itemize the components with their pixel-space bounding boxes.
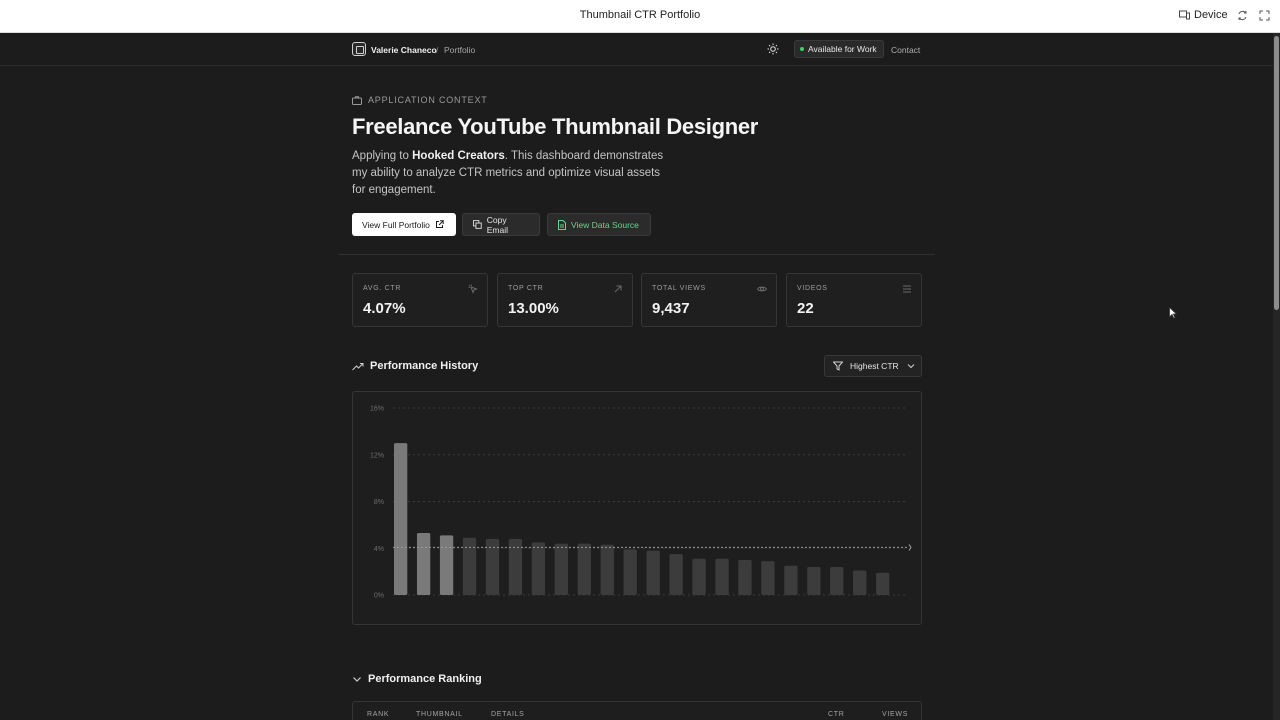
chart-bar	[623, 549, 637, 595]
logo-icon[interactable]	[352, 42, 366, 56]
performance-history-chart: 0% 4% 8% 12% 16%	[352, 391, 922, 625]
y-tick-label: 8%	[374, 499, 384, 506]
stat-value: 22	[797, 300, 814, 317]
briefcase-icon	[352, 95, 362, 105]
chart-bar	[715, 558, 729, 595]
chart-bar	[439, 535, 454, 595]
context-text: APPLICATION CONTEXT	[368, 95, 488, 105]
chart-bar	[738, 559, 752, 595]
copy-email-button[interactable]: Copy Email	[462, 213, 540, 236]
chart-bar	[531, 542, 546, 595]
performance-history-heading: Performance History	[352, 360, 478, 372]
arrow-up-right-icon	[614, 285, 622, 293]
performance-ranking-title: Performance Ranking	[368, 673, 482, 685]
chart-bar	[807, 566, 821, 595]
window-titlebar: Thumbnail CTR Portfolio Device	[0, 0, 1280, 33]
y-tick-label: 0%	[374, 593, 384, 600]
stat-value: 13.00%	[508, 300, 559, 317]
lead-prefix: Applying to	[352, 150, 413, 162]
breadcrumb-name[interactable]: Valerie Chaneco	[371, 45, 437, 55]
stat-label: TOTAL VIEWS	[652, 285, 706, 292]
window-title: Thumbnail CTR Portfolio	[579, 9, 701, 21]
chart-bar	[394, 443, 408, 595]
chart-bar	[600, 544, 614, 595]
theme-toggle-sun-icon[interactable]	[767, 43, 779, 55]
chart-bar	[462, 537, 477, 595]
chart-bar	[784, 565, 798, 595]
column-header-thumbnail: THUMBNAIL	[416, 711, 463, 718]
ctr-bar-chart: 0% 4% 8% 12% 16%	[370, 406, 912, 600]
trending-up-icon	[352, 362, 364, 370]
company-name: Hooked Creators	[412, 150, 505, 162]
chart-bar	[830, 566, 844, 595]
column-header-details: DETAILS	[491, 711, 525, 718]
view-portfolio-label: View Full Portfolio	[362, 219, 430, 230]
stat-card-videos: VIDEOS 22	[786, 273, 922, 327]
contact-link[interactable]: Contact	[891, 45, 920, 55]
eye-icon	[757, 286, 767, 292]
column-header-ctr[interactable]: CTR	[828, 711, 845, 718]
view-data-source-label: View Data Source	[571, 219, 639, 230]
hero-description: Applying to Hooked Creators. This dashbo…	[352, 148, 672, 199]
stat-card-top-ctr: TOP CTR 13.00%	[497, 273, 633, 327]
scrollbar-thumb[interactable]	[1274, 36, 1279, 310]
list-icon	[903, 285, 911, 293]
stat-card-avg-ctr: AVG. CTR 4.07%	[352, 273, 488, 327]
device-toggle[interactable]: Device	[1179, 9, 1228, 21]
section-divider	[338, 254, 935, 255]
page-title: Freelance YouTube Thumbnail Designer	[352, 114, 759, 139]
device-label: Device	[1194, 9, 1228, 21]
external-link-icon	[435, 220, 444, 228]
stat-value: 9,437	[652, 300, 690, 317]
cursor-click-icon	[468, 284, 478, 294]
reference-line-marker	[908, 544, 912, 551]
application-context-label: APPLICATION CONTEXT	[352, 95, 488, 105]
app-header: Valerie Chaneco / Portfolio Available fo…	[0, 33, 1273, 66]
y-tick-label: 4%	[374, 546, 384, 553]
fullscreen-icon[interactable]	[1259, 10, 1270, 21]
chart-bar	[416, 533, 431, 595]
device-icon	[1179, 10, 1190, 20]
view-portfolio-button[interactable]: View Full Portfolio	[352, 213, 456, 236]
availability-badge: Available for Work	[794, 40, 884, 58]
chart-bar	[554, 543, 568, 595]
chart-bar	[669, 554, 683, 595]
chart-bar	[761, 561, 775, 595]
performance-ranking-heading[interactable]: Performance Ranking	[352, 673, 482, 685]
performance-history-title: Performance History	[370, 360, 479, 372]
breadcrumb-page[interactable]: Portfolio	[444, 45, 475, 55]
y-tick-label: 16%	[370, 406, 384, 413]
stat-label: TOP CTR	[508, 285, 544, 292]
chart-bar	[577, 543, 591, 595]
y-tick-label: 12%	[370, 452, 384, 459]
stat-value: 4.07%	[363, 300, 406, 317]
breadcrumb-separator: /	[436, 45, 439, 55]
filter-icon	[833, 361, 843, 371]
document-icon	[558, 219, 566, 230]
stat-label: AVG. CTR	[363, 285, 402, 292]
sort-filter-value: Highest CTR	[850, 361, 899, 371]
chart-bar	[876, 572, 890, 595]
copy-email-label: Copy Email	[486, 214, 509, 235]
ranking-table: RANK THUMBNAIL DETAILS CTR VIEWS	[352, 701, 922, 720]
sort-filter-dropdown[interactable]: Highest CTR	[824, 355, 922, 377]
chart-bar	[646, 550, 660, 595]
column-header-rank[interactable]: RANK	[367, 711, 389, 718]
mouse-pointer-icon	[1169, 307, 1177, 319]
view-data-source-button[interactable]: View Data Source	[547, 213, 651, 236]
stat-label: VIDEOS	[797, 285, 828, 292]
stat-card-total-views: TOTAL VIEWS 9,437	[641, 273, 777, 327]
chevron-down-icon	[353, 676, 361, 682]
refresh-icon[interactable]	[1237, 10, 1248, 21]
chart-bar	[853, 570, 867, 595]
chart-bar	[692, 558, 706, 595]
column-header-views[interactable]: VIEWS	[882, 711, 908, 718]
copy-icon	[473, 220, 482, 229]
chevron-down-icon	[907, 364, 915, 369]
